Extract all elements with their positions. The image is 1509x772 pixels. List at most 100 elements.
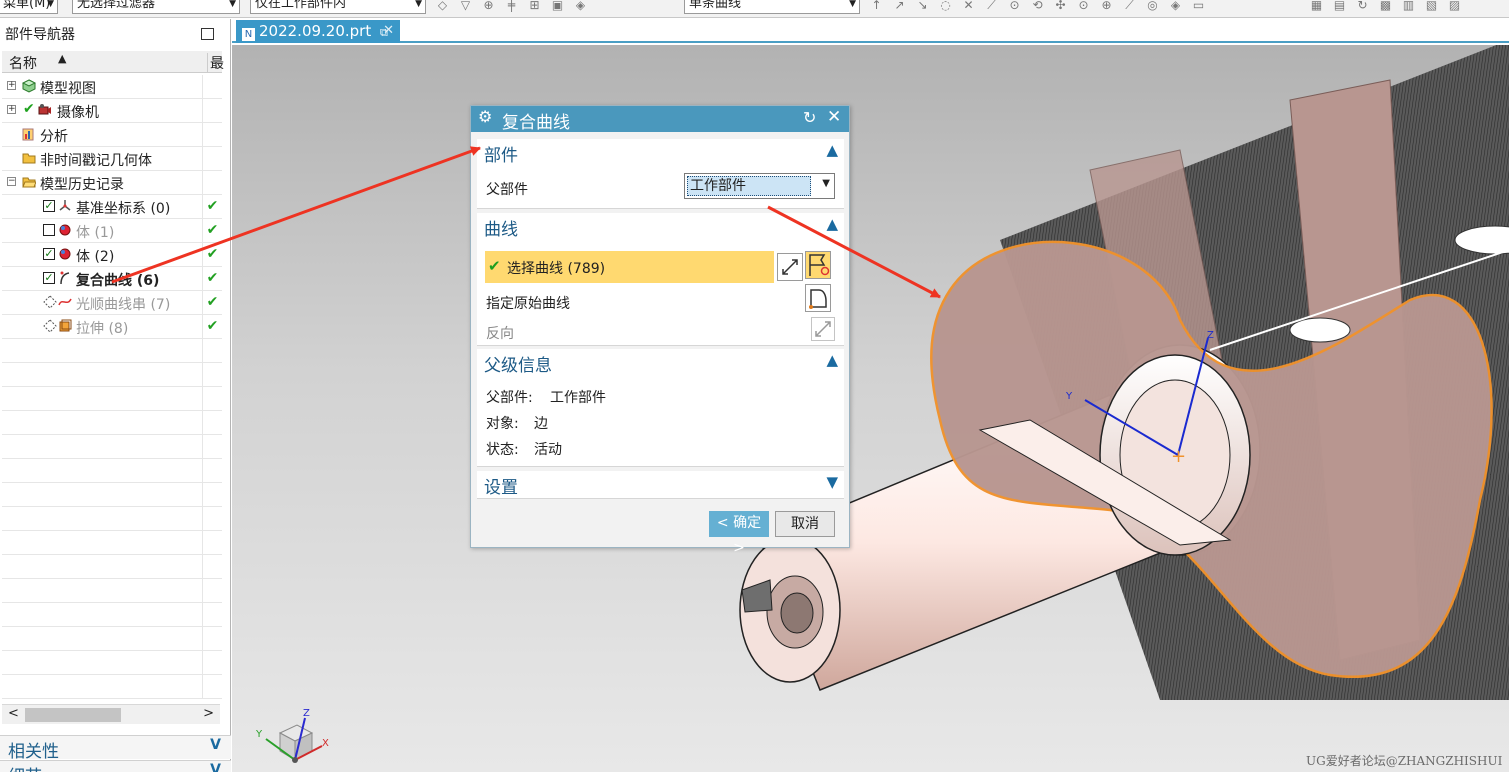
curve-rule-icon[interactable]	[777, 253, 803, 281]
tree-item-datum-csys[interactable]: ✓ 基准坐标系 (0) ✔	[2, 195, 222, 219]
snap-point-icon-6[interactable]: ⟋	[985, 0, 998, 16]
expand-icon[interactable]: +	[7, 81, 16, 90]
group-settings-header[interactable]: 设置	[484, 473, 518, 498]
visibility-checkbox[interactable]: ✓	[43, 248, 55, 260]
dependencies-section[interactable]: 相关性 V	[0, 735, 231, 762]
menu-button[interactable]: 菜单(M) ▼	[0, 0, 58, 14]
group-settings[interactable]: 设置 ▼	[477, 471, 844, 499]
scroll-left-icon[interactable]: <	[8, 706, 19, 721]
scroll-right-icon[interactable]: >	[203, 706, 214, 721]
misc-icon-5[interactable]: ▥	[1402, 0, 1415, 16]
snap-point-icon-4[interactable]: ◌	[939, 0, 952, 16]
chevron-up-icon[interactable]: ▲	[826, 215, 838, 233]
snap-point-icon-8[interactable]: ⟲	[1031, 0, 1044, 16]
cancel-button[interactable]: 取消	[775, 511, 835, 537]
misc-icon-1[interactable]: ▦	[1310, 0, 1323, 16]
snap-icon-2[interactable]: ▽	[459, 0, 472, 16]
group-part-header[interactable]: 部件	[484, 141, 518, 166]
curve-select-flag-icon[interactable]	[805, 251, 831, 279]
chevron-up-icon[interactable]: ▲	[826, 141, 838, 159]
tree-item-untimestamped-geometry[interactable]: 非时间戳记几何体	[2, 147, 222, 171]
snap-point-icon-5[interactable]: ✕	[962, 0, 975, 16]
visibility-checkbox[interactable]: ✓	[43, 200, 55, 212]
snap-icon-1[interactable]: ◇	[436, 0, 449, 16]
snap-point-icon-7[interactable]: ⊙	[1008, 0, 1021, 16]
selection-filter-dropdown[interactable]: 无选择过滤器 ▼	[72, 0, 240, 14]
navigator-tree: + 模型视图 + ✔ 摄像机 分析 非时间戳记几何体 − 模型历史记录 ✓ 基准…	[2, 75, 222, 699]
select-curve-label: 选择曲线 (789)	[507, 261, 606, 277]
snap-point-icon-13[interactable]: ◎	[1146, 0, 1159, 16]
reset-icon[interactable]: ↻	[803, 108, 816, 127]
sort-ascending-icon[interactable]: ▲	[58, 52, 66, 65]
details-section[interactable]: 细节 V	[0, 760, 231, 772]
snap-point-icon-11[interactable]: ⊕	[1100, 0, 1113, 16]
column-name-header[interactable]: 名称	[9, 53, 37, 73]
chevron-down-icon[interactable]: V	[210, 737, 221, 753]
tree-item-composite-curve[interactable]: ✓ 复合曲线 (6) ✔	[2, 267, 222, 291]
select-curve-row[interactable]: ✔ 选择曲线 (789)	[485, 251, 774, 283]
snap-point-icon-10[interactable]: ⊙	[1077, 0, 1090, 16]
curve-rule-dropdown[interactable]: 单条曲线 ▼	[684, 0, 860, 14]
close-icon[interactable]: ✕	[827, 107, 841, 127]
visibility-checkbox[interactable]: ✓	[43, 272, 55, 284]
tree-item-camera[interactable]: + ✔ 摄像机	[2, 99, 222, 123]
tree-item-label: 分析	[40, 129, 68, 145]
ok-button[interactable]: < 确定 >	[709, 511, 769, 556]
tab-part-file[interactable]: N 2022.09.20.prt ⧉ ✕	[236, 20, 400, 43]
dialog-title-bar[interactable]: ⚙ 复合曲线 ↻ ✕	[471, 106, 849, 133]
misc-icon-4[interactable]: ▩	[1379, 0, 1392, 16]
tab-label: 2022.09.20.prt	[259, 22, 372, 40]
reverse-direction-icon[interactable]	[811, 317, 835, 341]
horizontal-scrollbar[interactable]: < >	[2, 704, 220, 724]
tree-item-model-history[interactable]: − 模型历史记录	[2, 171, 222, 195]
misc-icon-6[interactable]: ▧	[1425, 0, 1438, 16]
point-snap-icons-group[interactable]: ↑ ↗ ↘ ◌ ✕ ⟋ ⊙ ⟲ ✣ ⊙ ⊕ ⟋ ◎ ◈ ▭	[870, 0, 1205, 16]
tree-item-extrude[interactable]: 拉伸 (8) ✔	[2, 315, 222, 339]
snap-icon-6[interactable]: ▣	[551, 0, 564, 16]
tree-item-analysis[interactable]: 分析	[2, 123, 222, 147]
gear-icon[interactable]: ⚙	[478, 107, 492, 126]
misc-icon-2[interactable]: ▤	[1333, 0, 1346, 16]
snap-point-icon-9[interactable]: ✣	[1054, 0, 1067, 16]
misc-icons-group[interactable]: ▦ ▤ ↻ ▩ ▥ ▧ ▨	[1310, 0, 1461, 16]
snap-icons-group[interactable]: ◇ ▽ ⊕ ╪ ⊞ ▣ ◈	[436, 0, 587, 16]
tree-item-label: 基准坐标系 (0)	[76, 201, 171, 217]
snap-icon-3[interactable]: ⊕	[482, 0, 495, 16]
parent-part-dropdown[interactable]: 工作部件 ▼	[684, 173, 835, 199]
tree-item-smooth-curve-string[interactable]: 光顺曲线串 (7) ✔	[2, 291, 222, 315]
maximize-icon[interactable]	[201, 28, 214, 40]
origin-curve-icon[interactable]	[805, 284, 831, 312]
chevron-down-icon[interactable]: ▼	[822, 178, 830, 189]
column-latest-header[interactable]: 最	[207, 53, 224, 73]
snap-point-icon-15[interactable]: ▭	[1192, 0, 1205, 16]
collapse-icon[interactable]: −	[7, 177, 16, 186]
chevron-up-icon[interactable]: ▲	[826, 351, 838, 369]
tree-item-body-2[interactable]: ✓ 体 (2) ✔	[2, 243, 222, 267]
tree-item-body-1[interactable]: 体 (1) ✔	[2, 219, 222, 243]
expand-icon[interactable]: +	[7, 105, 16, 114]
snap-icon-4[interactable]: ╪	[505, 0, 518, 16]
scroll-thumb[interactable]	[25, 708, 121, 722]
model-view-svg: Z Y +	[739, 45, 1509, 700]
graphics-window[interactable]: Z Y + Z X Y	[232, 45, 1509, 772]
view-triad-icon	[265, 717, 323, 763]
snap-point-icon-14[interactable]: ◈	[1169, 0, 1182, 16]
chevron-down-icon[interactable]: V	[210, 762, 221, 772]
misc-icon-3[interactable]: ↻	[1356, 0, 1369, 16]
snap-icon-5[interactable]: ⊞	[528, 0, 541, 16]
misc-icon-7[interactable]: ▨	[1448, 0, 1461, 16]
group-parent-info-header[interactable]: 父级信息	[484, 351, 552, 376]
chevron-down-icon[interactable]: ▼	[826, 473, 838, 491]
folder-icon	[22, 153, 36, 164]
snap-point-icon-1[interactable]: ↑	[870, 0, 883, 16]
close-tab-icon[interactable]: ✕	[383, 20, 394, 42]
tree-item-model-views[interactable]: + 模型视图	[2, 75, 222, 99]
snap-point-icon-12[interactable]: ⟋	[1123, 0, 1136, 16]
snap-icon-7[interactable]: ◈	[574, 0, 587, 16]
selection-scope-dropdown[interactable]: 仅在工作部件内 ▼	[250, 0, 426, 14]
group-curve-header[interactable]: 曲线	[484, 215, 518, 240]
tree-item-label: 模型历史记录	[40, 177, 124, 193]
snap-point-icon-3[interactable]: ↘	[916, 0, 929, 16]
snap-point-icon-2[interactable]: ↗	[893, 0, 906, 16]
visibility-checkbox[interactable]	[43, 224, 55, 236]
